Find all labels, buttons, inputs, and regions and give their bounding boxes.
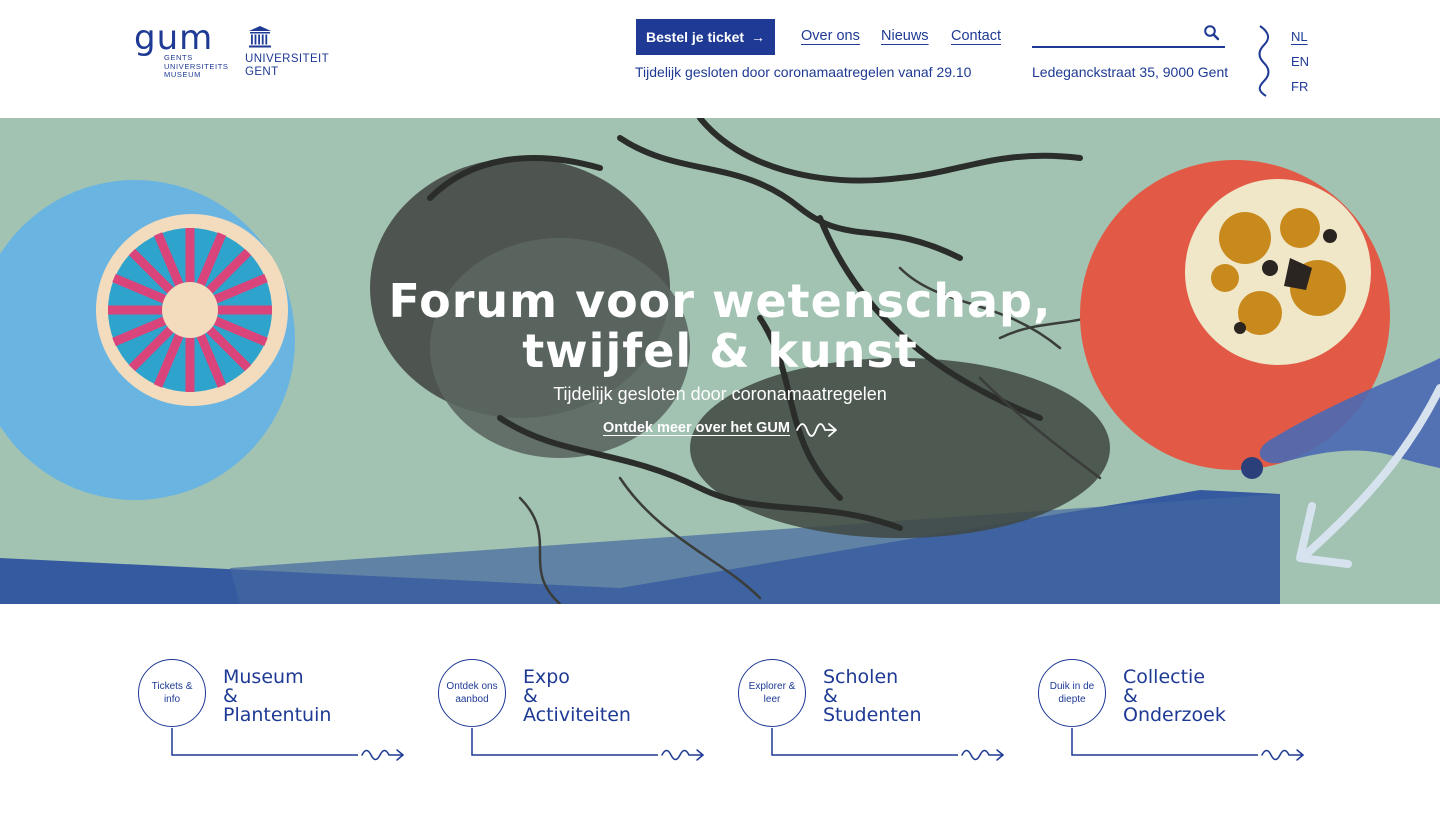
search-input[interactable] bbox=[1032, 22, 1197, 46]
tile-circle-label: Ontdek ons aanbod bbox=[438, 659, 506, 727]
tile-circle-label: Explorer & leer bbox=[738, 659, 806, 727]
gum-logo-subtitle: GENTS UNIVERSITEITS MUSEUM bbox=[164, 53, 228, 80]
ugent-logo-line: UNIVERSITEIT bbox=[245, 53, 330, 65]
search-bar bbox=[1032, 22, 1225, 48]
discover-gum-link[interactable]: Ontdek meer over het GUM bbox=[603, 420, 790, 436]
order-ticket-button[interactable]: Bestel je ticket → bbox=[636, 19, 775, 55]
tile-title-line: Activiteiten bbox=[523, 704, 631, 726]
tile-title-line: Studenten bbox=[823, 704, 922, 726]
nav-link-nieuws[interactable]: Nieuws bbox=[881, 28, 929, 44]
search-icon[interactable] bbox=[1203, 24, 1221, 42]
gum-logo[interactable]: gum GENTS UNIVERSITEITS MUSEUM bbox=[134, 18, 228, 82]
nav-link-contact[interactable]: Contact bbox=[951, 28, 1001, 44]
language-en[interactable]: EN bbox=[1291, 54, 1309, 69]
tile-title: Expo & Activiteiten bbox=[523, 668, 631, 725]
order-ticket-label: Bestel je ticket bbox=[646, 29, 745, 45]
hero-title-line: Forum voor wetenschap, bbox=[388, 274, 1052, 328]
squiggle-arrow-icon[interactable] bbox=[795, 420, 839, 438]
tile-title-line: Plantentuin bbox=[223, 704, 332, 726]
language-fr[interactable]: FR bbox=[1291, 79, 1308, 94]
tile-title: Scholen & Studenten bbox=[823, 668, 922, 725]
tile-title-line: Museum bbox=[223, 666, 304, 688]
language-nl[interactable]: NL bbox=[1291, 29, 1308, 44]
tile-title-line: Onderzoek bbox=[1123, 704, 1226, 726]
closure-notice: Tijdelijk gesloten door coronamaatregele… bbox=[635, 64, 972, 80]
squiggle-divider-icon bbox=[1258, 25, 1270, 97]
ugent-logo-line: GENT bbox=[245, 66, 279, 78]
tile-title-line: Collectie bbox=[1123, 666, 1206, 688]
museum-address: Ledeganckstraat 35, 9000 Gent bbox=[1032, 64, 1229, 80]
hero-banner: Forum voor wetenschap, twijfel & kunst T… bbox=[0, 118, 1440, 604]
ugent-logo[interactable]: UNIVERSITEIT GENT bbox=[245, 25, 329, 83]
hero-subtitle: Tijdelijk gesloten door coronamaatregele… bbox=[553, 384, 887, 404]
ugent-logo-text: UNIVERSITEIT GENT bbox=[245, 53, 329, 79]
site-header: gum GENTS UNIVERSITEITS MUSEUM UNIVERSIT… bbox=[0, 0, 1440, 118]
tile-title: Museum & Plantentuin bbox=[223, 668, 331, 725]
tile-expo-activiteiten[interactable]: Ontdek ons aanbod Expo & Activiteiten bbox=[436, 658, 708, 768]
tile-collectie-onderzoek[interactable]: Duik in de diepte Collectie & Onderzoek bbox=[1036, 658, 1308, 768]
tile-title: Collectie & Onderzoek bbox=[1123, 668, 1226, 725]
tile-circle-label: Duik in de diepte bbox=[1038, 659, 1106, 727]
gum-logo-word: gum bbox=[134, 18, 214, 58]
gum-logo-sub-line: MUSEUM bbox=[164, 70, 201, 79]
nav-link-over-ons[interactable]: Over ons bbox=[801, 28, 860, 44]
tile-scholen-studenten[interactable]: Explorer & leer Scholen & Studenten bbox=[736, 658, 1008, 768]
tile-circle-label: Tickets & info bbox=[138, 659, 206, 727]
tile-museum-plantentuin[interactable]: Tickets & info Museum & Plantentuin bbox=[136, 658, 408, 768]
hero-title: Forum voor wetenschap, twijfel & kunst bbox=[0, 276, 1440, 376]
university-building-icon bbox=[249, 26, 271, 48]
tile-title-line: Expo bbox=[523, 666, 570, 688]
hero-title-line: twijfel & kunst bbox=[522, 324, 918, 378]
arrow-right-icon: → bbox=[751, 29, 765, 45]
